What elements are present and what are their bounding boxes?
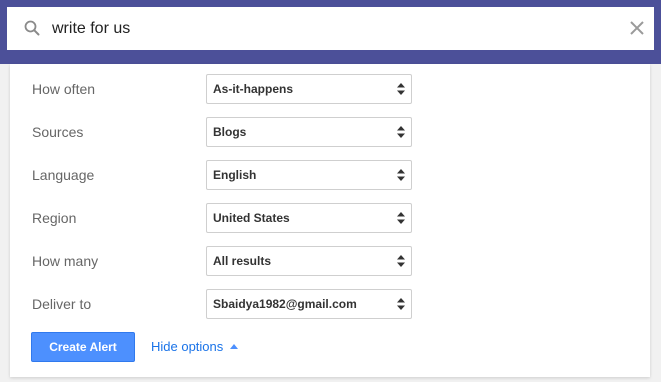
select-arrows-icon [397,255,405,267]
select-arrows-icon [397,212,405,224]
hide-options-label: Hide options [151,339,224,354]
language-value: English [213,168,257,182]
how-many-value: All results [213,254,272,268]
option-row-how-many: How many All results [10,246,650,276]
region-select[interactable]: United States [206,203,412,233]
hide-options-link[interactable]: Hide options [151,332,239,362]
close-icon[interactable] [628,19,646,37]
how-often-select[interactable]: As-it-happens [206,74,412,104]
deliver-to-select[interactable]: Sbaidya1982@gmail.com [206,289,412,319]
option-row-region: Region United States [10,203,650,233]
how-often-value: As-it-happens [213,82,294,96]
option-row-how-often: How often As-it-happens [10,74,650,104]
alert-options-panel: How often As-it-happens Sources Blogs La… [10,64,650,377]
select-arrows-icon [397,126,405,138]
select-arrows-icon [397,83,405,95]
sources-select[interactable]: Blogs [206,117,412,147]
create-alert-button[interactable]: Create Alert [31,332,135,362]
language-label: Language [32,167,95,183]
sources-value: Blogs [213,125,247,139]
how-many-label: How many [32,253,99,269]
region-label: Region [32,210,77,226]
search-input[interactable]: write for us [52,7,130,50]
select-arrows-icon [397,169,405,181]
search-icon [24,20,40,36]
option-row-sources: Sources Blogs [10,117,650,147]
search-bar[interactable]: write for us [7,7,654,50]
region-value: United States [213,211,290,225]
select-arrows-icon [397,298,405,310]
option-row-language: Language English [10,160,650,190]
option-row-deliver-to: Deliver to Sbaidya1982@gmail.com [10,289,650,319]
sources-label: Sources [32,124,84,140]
language-select[interactable]: English [206,160,412,190]
caret-up-icon [230,344,239,349]
deliver-to-label: Deliver to [32,296,92,312]
deliver-to-value: Sbaidya1982@gmail.com [213,297,357,311]
how-many-select[interactable]: All results [206,246,412,276]
how-often-label: How often [32,81,96,97]
